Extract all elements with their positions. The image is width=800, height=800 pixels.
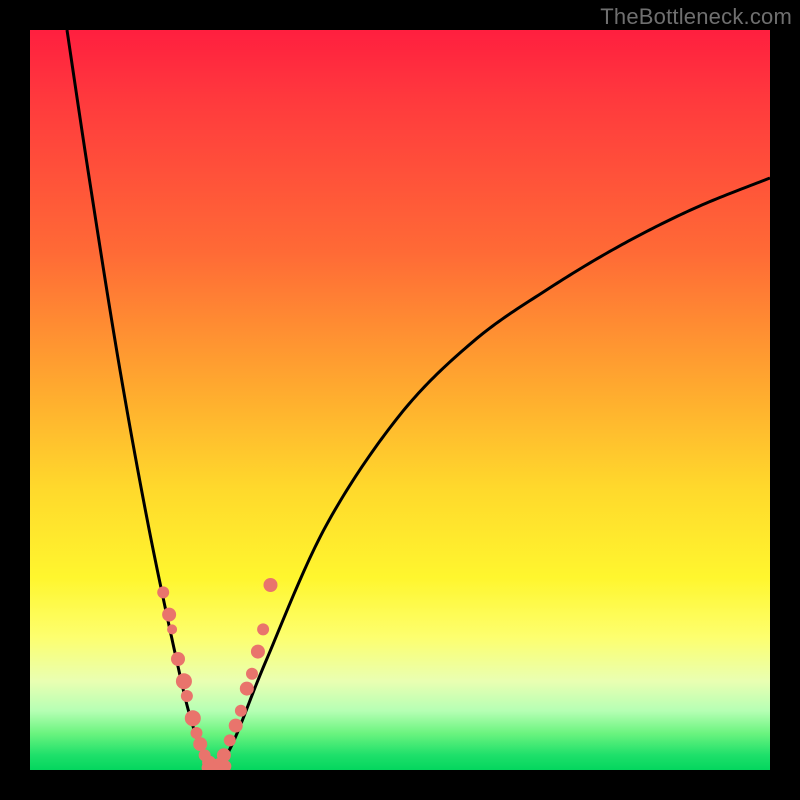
data-dot	[167, 624, 177, 634]
watermark-text: TheBottleneck.com	[600, 4, 792, 30]
scatter-left	[157, 586, 219, 770]
data-dot	[181, 690, 193, 702]
data-dot	[224, 734, 236, 746]
scatter-right	[213, 578, 278, 770]
data-dot	[257, 623, 269, 635]
plot-area	[30, 30, 770, 770]
data-dot	[246, 668, 258, 680]
data-dot	[217, 748, 231, 762]
data-dot	[162, 608, 176, 622]
data-dot	[193, 737, 207, 751]
data-dot	[185, 710, 201, 726]
data-dot	[176, 673, 192, 689]
chart-svg	[30, 30, 770, 770]
data-dot	[240, 682, 254, 696]
data-dot	[229, 719, 243, 733]
data-dot	[235, 705, 247, 717]
data-dot	[171, 652, 185, 666]
data-dot	[157, 586, 169, 598]
chart-frame: TheBottleneck.com	[0, 0, 800, 800]
data-dot	[264, 578, 278, 592]
data-dot	[251, 645, 265, 659]
